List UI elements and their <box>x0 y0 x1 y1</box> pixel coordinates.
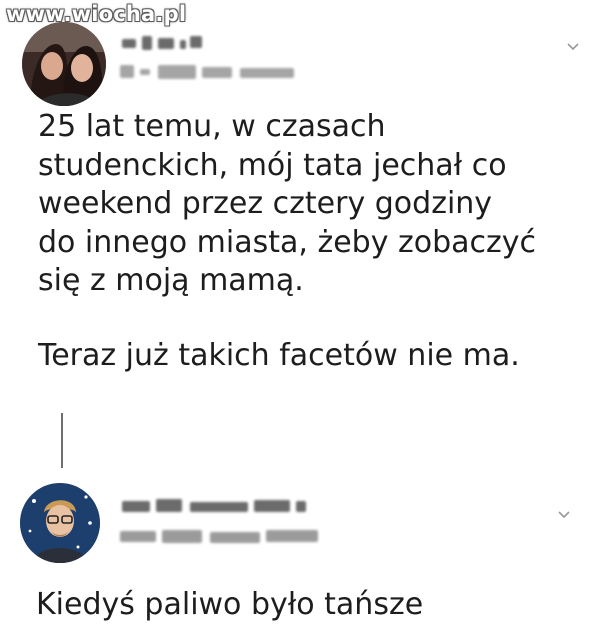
reply-author-handle <box>120 530 320 544</box>
post-author-name[interactable] <box>122 36 202 50</box>
watermark: www.wiocha.pl <box>6 2 187 26</box>
thread-connector-line <box>61 413 63 468</box>
post-text-line: Teraz już takich facetów nie ma. <box>38 337 520 373</box>
post-text-line: studenckich, mój tata jechał co <box>38 147 507 183</box>
chevron-down-icon <box>567 43 579 51</box>
chevron-down-icon <box>558 511 570 519</box>
post-author-avatar[interactable] <box>22 22 106 106</box>
post-menu-button[interactable] <box>566 40 580 54</box>
reply-menu-button[interactable] <box>557 508 571 522</box>
post-author-handle <box>120 65 295 79</box>
reply-author-avatar[interactable] <box>20 483 100 563</box>
post-text-line: weekend przez cztery godziny <box>38 186 493 221</box>
reply-author-name[interactable] <box>122 499 322 513</box>
post-text-line: 25 lat temu, w czasach <box>38 109 386 144</box>
post-text-line: się z moją mamą. <box>38 263 304 298</box>
post-text-line: do innego miasta, żeby zobaczyć <box>38 224 537 260</box>
post-body: 25 lat temu, w czasach studenckich, mój … <box>38 108 583 375</box>
reply-body: Kiedyś paliwo było tańsze <box>36 587 424 622</box>
